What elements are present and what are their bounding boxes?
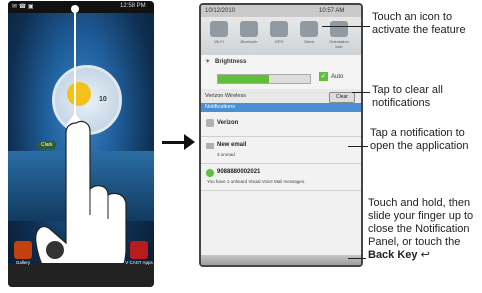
transition-arrow-shaft (162, 141, 186, 144)
sun-icon (67, 82, 91, 106)
callout-leader-line (352, 92, 370, 93)
callout-close-panel: Touch and hold, then slide your finger u… (368, 197, 474, 261)
swipe-path-line (74, 7, 76, 127)
auto-checkbox[interactable]: ✓ (319, 72, 328, 81)
gallery-app-label: Gallery (15, 260, 31, 265)
clock-time: 10 (99, 96, 107, 103)
voicemail-icon (206, 169, 214, 177)
gallery-app-icon[interactable] (14, 241, 32, 259)
hand-icon (35, 120, 127, 287)
status-time: 10:57 AM (319, 8, 345, 14)
notification-item[interactable]: 9088880002021 You have 1 unheard Visual … (201, 164, 361, 191)
brightness-slider-fill (218, 75, 269, 83)
bluetooth-toggle[interactable]: Bluetooth (237, 21, 261, 49)
panel-drag-handle[interactable] (201, 255, 361, 265)
brightness-section: ☀ Brightness ✓ Auto (201, 55, 361, 90)
rotate-icon (330, 21, 348, 37)
bluetooth-icon (240, 21, 258, 37)
gps-toggle[interactable]: GPS (267, 21, 291, 49)
back-key-icon: ↩ (420, 249, 430, 261)
media-app-icon[interactable] (46, 241, 64, 259)
gps-icon (270, 21, 288, 37)
notification-item[interactable]: New email 3 unread (201, 137, 361, 164)
brightness-slider[interactable] (217, 74, 311, 84)
status-date: 10/12/2010 (205, 8, 236, 14)
verizon-icon (206, 119, 214, 127)
notification-item[interactable]: Verizon (201, 112, 361, 137)
swipe-start-dot (71, 5, 79, 13)
status-time: 12:58 PM (120, 3, 146, 9)
status-bar: 10/12/2010 10:57 AM (201, 5, 361, 17)
status-bar[interactable]: ✉ ☎ ▣ 12:58 PM (8, 1, 154, 13)
wifi-toggle[interactable]: Wi-Fi (207, 21, 231, 49)
email-icon (206, 143, 214, 149)
brightness-label: Brightness (215, 59, 247, 65)
notifications-header: Notifications (201, 103, 361, 112)
arrow-right-icon (184, 134, 195, 150)
brightness-sun-icon: ☀ (205, 59, 211, 65)
back-key-label: Back Key (368, 249, 418, 261)
speaker-icon (300, 21, 318, 37)
callout-open-app: Tap a notification to open the applicati… (370, 127, 469, 152)
vcast-apps-label: V CAST Apps (125, 260, 153, 265)
callout-clear-all: Tap to clear all notifications (372, 84, 443, 109)
home-screen-phone: ✉ ☎ ▣ 12:58 PM 10 Clark Gallery V CAST A… (8, 1, 154, 287)
callout-leader-line (348, 258, 366, 259)
vcast-apps-icon[interactable] (130, 241, 148, 259)
callout-touch-icon: Touch an icon to activate the feature (372, 11, 466, 36)
notification-panel-phone: 10/12/2010 10:57 AM Wi-Fi Bluetooth GPS … (199, 3, 363, 267)
notification-icons: ✉ ☎ ▣ (12, 4, 34, 10)
app-dock (8, 263, 154, 287)
callout-leader-line (348, 146, 368, 147)
auto-label: Auto (331, 74, 344, 80)
carrier-name: Verizon Wireless (205, 93, 246, 99)
clear-button[interactable]: Clear (329, 92, 355, 103)
quick-settings-toggles: Wi-Fi Bluetooth GPS Silent Orientation l… (201, 17, 361, 55)
callout-leader-line (322, 26, 370, 27)
silent-toggle[interactable]: Silent (297, 21, 321, 49)
wifi-icon (210, 21, 228, 37)
